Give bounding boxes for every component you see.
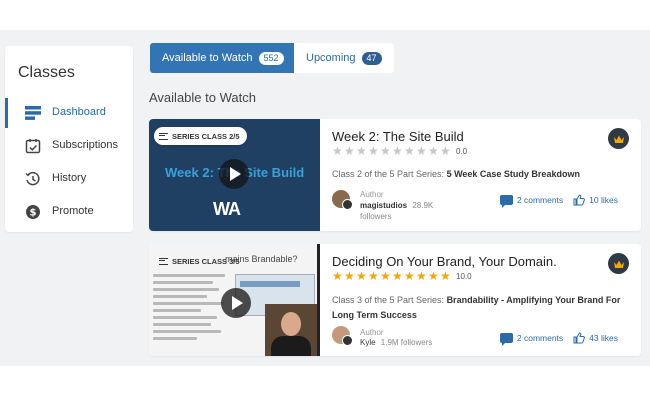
engagement-stats: 2 comments 43 likes (499, 332, 618, 346)
top-bar (0, 0, 650, 30)
play-icon[interactable] (219, 159, 249, 189)
calendar-check-icon (25, 139, 41, 154)
likes-count: 43 likes (589, 333, 618, 343)
star-rating: ★ ★ ★ ★ ★ ★ ★ ★ ★ ★ 10.0 (332, 270, 472, 282)
class-title[interactable]: Week 2: The Site Build (332, 129, 464, 144)
crown-icon (613, 260, 624, 268)
comments-count: 2 comments (516, 195, 564, 205)
star-icon: ★ (440, 269, 451, 283)
follower-count: 1.9M followers (380, 338, 433, 347)
sidebar-item-label: Dashboard (52, 106, 106, 118)
sidebar-item-subscriptions[interactable]: Subscriptions (5, 131, 133, 161)
star-icon: ★ (392, 269, 403, 283)
star-icon: ★ (428, 144, 439, 158)
star-icon: ★ (344, 269, 355, 283)
star-icon: ★ (332, 144, 343, 158)
class-title[interactable]: Deciding On Your Brand, Your Domain. (332, 254, 557, 269)
class-info: Week 2: The Site Build ★ ★ ★ ★ ★ ★ ★ ★ ★ ★ 0.0 Cl… (332, 119, 632, 231)
author-name[interactable]: magistudios (360, 201, 407, 210)
class-description: Class 2 of the 5 Part Series: 5 Week Cas… (332, 167, 622, 182)
comments-count: 2 comments (516, 333, 564, 343)
bottom-bar (0, 366, 650, 400)
class-description: Class 3 of the 5 Part Series: Brandabili… (332, 293, 622, 323)
sidebar-item-label: Promote (52, 205, 94, 217)
avatar[interactable] (332, 190, 353, 210)
count-badge: 47 (361, 51, 382, 65)
history-icon (25, 171, 40, 186)
comments-link[interactable]: 2 comments (499, 333, 564, 346)
thumbnail-logo: WA (213, 199, 241, 219)
star-icon: ★ (356, 144, 367, 158)
crown-icon (613, 135, 624, 143)
star-icon: ★ (416, 269, 427, 283)
count-badge: 552 (258, 51, 284, 65)
tab-label: Upcoming (306, 52, 356, 64)
likes-link[interactable]: 43 likes (573, 332, 618, 344)
author-label: Author (360, 190, 384, 199)
likes-count: 10 likes (589, 195, 618, 205)
author-info: magistudios 28.9K followers (360, 200, 440, 222)
comment-icon (499, 333, 513, 346)
star-icon: ★ (440, 144, 451, 158)
author-label: Author (360, 328, 384, 337)
class-card: SERIES CLASS 2/5 Week 2: The Site Build … (149, 119, 641, 231)
class-info: Deciding On Your Brand, Your Domain. ★ ★ ★… (332, 244, 632, 356)
star-icon: ★ (356, 269, 367, 283)
video-thumbnail[interactable]: SERIES CLASS 3/5 mains Brandable? (149, 244, 320, 356)
star-icon: ★ (392, 144, 403, 158)
sidebar: Classes Dashboard Subscriptions History … (5, 46, 133, 232)
sidebar-item-promote[interactable]: $ Promote (5, 197, 133, 227)
star-rating: ★ ★ ★ ★ ★ ★ ★ ★ ★ ★ 0.0 (332, 145, 467, 157)
tab-label: Available to Watch (162, 52, 253, 64)
star-icon: ★ (404, 144, 415, 158)
star-icon: ★ (332, 269, 343, 283)
sidebar-item-dashboard[interactable]: Dashboard (5, 98, 133, 128)
rating-value: 10.0 (456, 271, 472, 281)
tab-bar: Available to Watch 552 Upcoming 47 (150, 43, 394, 73)
engagement-stats: 2 comments 10 likes (499, 194, 618, 208)
description-prefix: Class 3 of the 5 Part Series: (332, 295, 447, 305)
star-icon: ★ (344, 144, 355, 158)
class-card: SERIES CLASS 3/5 mains Brandable? Decidi… (149, 244, 641, 356)
series-label: SERIES CLASS 2/5 (172, 131, 240, 141)
tab-available-to-watch[interactable]: Available to Watch 552 (150, 43, 294, 73)
list-icon (159, 257, 168, 265)
star-icon: ★ (368, 269, 379, 283)
star-icon: ★ (428, 269, 439, 283)
play-icon[interactable] (221, 288, 251, 318)
series-name: 5 Week Case Study Breakdown (446, 169, 580, 179)
video-thumbnail[interactable]: SERIES CLASS 2/5 Week 2: The Site Build … (149, 119, 320, 231)
comments-link[interactable]: 2 comments (499, 195, 564, 208)
author-name[interactable]: Kyle (360, 338, 376, 347)
tab-upcoming[interactable]: Upcoming 47 (294, 43, 394, 73)
list-icon (159, 132, 168, 140)
thumbnail-title: mains Brandable? (225, 254, 298, 264)
thumbs-up-icon (573, 332, 586, 344)
star-icon: ★ (380, 144, 391, 158)
presenter-webcam (265, 304, 317, 356)
star-icon: ★ (404, 269, 415, 283)
avatar[interactable] (332, 326, 353, 346)
star-icon: ★ (416, 144, 427, 158)
rating-value: 0.0 (456, 146, 468, 156)
dollar-coin-icon: $ (26, 205, 40, 219)
dashboard-icon (25, 106, 41, 120)
premium-badge (608, 128, 629, 149)
series-badge: SERIES CLASS 2/5 (154, 127, 247, 145)
sidebar-title: Classes (18, 64, 75, 81)
sidebar-item-history[interactable]: History (5, 164, 133, 194)
author-info: Kyle 1.9M followers (360, 338, 432, 347)
thumbs-up-icon (573, 194, 586, 206)
svg-text:$: $ (30, 208, 37, 219)
comment-icon (499, 195, 513, 208)
likes-link[interactable]: 10 likes (573, 194, 618, 206)
star-icon: ★ (380, 269, 391, 283)
sidebar-item-label: History (52, 172, 87, 184)
star-icon: ★ (368, 144, 379, 158)
sidebar-item-label: Subscriptions (52, 139, 119, 151)
description-prefix: Class 2 of the 5 Part Series: (332, 169, 447, 179)
section-heading: Available to Watch (149, 90, 256, 105)
document-text (153, 274, 231, 344)
premium-badge (608, 253, 629, 274)
